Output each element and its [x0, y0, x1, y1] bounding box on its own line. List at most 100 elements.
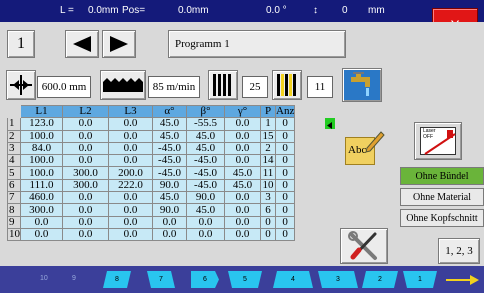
- table-cell[interactable]: 0.0: [152, 215, 187, 229]
- table-cell[interactable]: 0: [274, 203, 296, 217]
- table-cell[interactable]: 0.0: [20, 227, 63, 242]
- table-cell[interactable]: 45.0: [152, 129, 187, 143]
- saw-blade-icon-button[interactable]: [100, 70, 146, 100]
- table-cell[interactable]: 0: [260, 227, 276, 242]
- table-cell[interactable]: 45.0: [152, 191, 187, 205]
- table-cell[interactable]: 0.0: [62, 203, 109, 217]
- without-material-button[interactable]: Ohne Material: [400, 188, 484, 206]
- table-cell[interactable]: 0.0: [224, 227, 261, 242]
- next-program-button[interactable]: [102, 30, 136, 58]
- table-cell[interactable]: 90.0: [152, 178, 187, 193]
- table-cell[interactable]: 0.0: [224, 141, 261, 156]
- table-cell[interactable]: 300.0: [62, 178, 109, 193]
- table-cell[interactable]: 0: [274, 178, 296, 193]
- table-cell[interactable]: 300.0: [62, 166, 109, 180]
- previous-program-button[interactable]: [65, 30, 99, 58]
- table-cell[interactable]: 84.0: [20, 141, 63, 156]
- table-cell[interactable]: 0.0: [62, 129, 109, 143]
- table-cell[interactable]: 0.0: [152, 227, 187, 242]
- length-icon-button[interactable]: [6, 70, 36, 100]
- table-cell[interactable]: 0: [260, 215, 276, 229]
- table-cell[interactable]: 1: [260, 117, 276, 131]
- table-row[interactable]: 8 300.0 0.0 0.0 90.0 45.0 0.0 6 0: [7, 203, 296, 217]
- without-head-cut-button[interactable]: Ohne Kopfschnitt: [400, 209, 484, 227]
- table-cell[interactable]: 45.0: [186, 129, 225, 143]
- table-cell[interactable]: 0.0: [62, 215, 109, 229]
- table-row[interactable]: 6 111.0 300.0 222.0 90.0 -45.0 45.0 10 0: [7, 178, 296, 193]
- without-bundle-button[interactable]: Ohne Bündel: [400, 167, 484, 185]
- table-cell[interactable]: 0: [274, 141, 296, 156]
- program-name-field[interactable]: Programm 1: [168, 30, 346, 58]
- table-cell[interactable]: 0: [274, 129, 296, 143]
- table-cell[interactable]: 6: [260, 203, 276, 217]
- table-cell[interactable]: 222.0: [108, 178, 153, 193]
- table-cell[interactable]: 0.0: [224, 215, 261, 229]
- blades-icon-button[interactable]: [208, 70, 238, 100]
- table-cell[interactable]: 90.0: [152, 203, 187, 217]
- table-cell[interactable]: 0.0: [62, 191, 109, 205]
- table-cell[interactable]: 0.0: [108, 191, 153, 205]
- table-cell[interactable]: 0.0: [186, 215, 225, 229]
- table-cell[interactable]: -45.0: [186, 154, 225, 168]
- table-cell[interactable]: 10: [260, 178, 276, 193]
- table-cell[interactable]: 0.0: [62, 154, 109, 168]
- table-cell[interactable]: -55.5: [186, 117, 225, 131]
- table-row[interactable]: 7 460.0 0.0 0.0 45.0 90.0 0.0 3 0: [7, 191, 296, 205]
- table-row[interactable]: 2 100.0 0.0 0.0 45.0 45.0 0.0 15 0: [7, 129, 296, 143]
- table-row[interactable]: 10 0.0 0.0 0.0 0.0 0.0 0.0 0 0: [7, 227, 296, 242]
- table-cell[interactable]: 0.0: [224, 203, 261, 217]
- table-cell[interactable]: 0.0: [62, 141, 109, 156]
- cutting-speed-input[interactable]: 85 m/min: [148, 76, 200, 98]
- table-cell[interactable]: -45.0: [186, 178, 225, 193]
- table-cell[interactable]: 3: [260, 191, 276, 205]
- table-cell[interactable]: 45.0: [224, 166, 261, 180]
- table-cell[interactable]: 111.0: [20, 178, 63, 193]
- table-cell[interactable]: 0: [274, 227, 296, 242]
- laser-toggle-button[interactable]: Laser OFF: [414, 122, 462, 160]
- table-cell[interactable]: 100.0: [20, 154, 63, 168]
- table-cell[interactable]: 200.0: [108, 166, 153, 180]
- table-cell[interactable]: 0.0: [224, 117, 261, 131]
- table-cell[interactable]: -45.0: [152, 141, 187, 156]
- settings-tools-button[interactable]: [340, 228, 388, 264]
- table-cell[interactable]: 0.0: [224, 154, 261, 168]
- table-cell[interactable]: 0: [274, 117, 296, 131]
- table-cell[interactable]: -45.0: [152, 154, 187, 168]
- table-cell[interactable]: 0.0: [186, 227, 225, 242]
- blade-count-input[interactable]: 25: [242, 76, 268, 98]
- table-cell[interactable]: 0: [274, 154, 296, 168]
- table-cell[interactable]: 14: [260, 154, 276, 168]
- table-cell[interactable]: 0.0: [108, 227, 153, 242]
- table-cell[interactable]: 0.0: [108, 141, 153, 156]
- table-row[interactable]: 1 123.0 0.0 0.0 45.0 -55.5 0.0 1 0: [7, 117, 296, 131]
- table-cell[interactable]: 0.0: [62, 227, 109, 242]
- table-cell[interactable]: -45.0: [186, 166, 225, 180]
- table-cell[interactable]: 0.0: [224, 191, 261, 205]
- table-cell[interactable]: 0.0: [62, 117, 109, 131]
- table-cell[interactable]: 100.0: [20, 166, 63, 180]
- pieces-icon-button[interactable]: [272, 70, 302, 100]
- table-cell[interactable]: 0.0: [108, 154, 153, 168]
- edit-text-button[interactable]: Abc: [340, 128, 388, 172]
- table-cell[interactable]: 2: [260, 141, 276, 156]
- table-cell[interactable]: 90.0: [186, 191, 225, 205]
- table-row[interactable]: 3 84.0 0.0 0.0 -45.0 45.0 0.0 2 0: [7, 141, 296, 156]
- table-cell[interactable]: 0.0: [20, 215, 63, 229]
- length-input[interactable]: 600.0 mm: [37, 76, 91, 98]
- sequence-button[interactable]: 1, 2, 3: [438, 238, 480, 264]
- table-cell[interactable]: 11: [260, 166, 276, 180]
- table-cell[interactable]: 0.0: [224, 129, 261, 143]
- table-cell[interactable]: 0.0: [108, 203, 153, 217]
- table-cell[interactable]: 0: [274, 166, 296, 180]
- table-cell[interactable]: 45.0: [186, 203, 225, 217]
- table-row[interactable]: 4 100.0 0.0 0.0 -45.0 -45.0 0.0 14 0: [7, 154, 296, 168]
- table-cell[interactable]: 123.0: [20, 117, 63, 131]
- table-cell[interactable]: 0.0: [108, 117, 153, 131]
- table-cell[interactable]: 0: [274, 215, 296, 229]
- table-cell[interactable]: -45.0: [152, 166, 187, 180]
- program-number-field[interactable]: 1: [7, 30, 35, 58]
- table-cell[interactable]: 45.0: [224, 178, 261, 193]
- table-cell[interactable]: 0: [274, 191, 296, 205]
- table-row[interactable]: 5 100.0 300.0 200.0 -45.0 -45.0 45.0 11 0: [7, 166, 296, 180]
- table-cell[interactable]: 45.0: [186, 141, 225, 156]
